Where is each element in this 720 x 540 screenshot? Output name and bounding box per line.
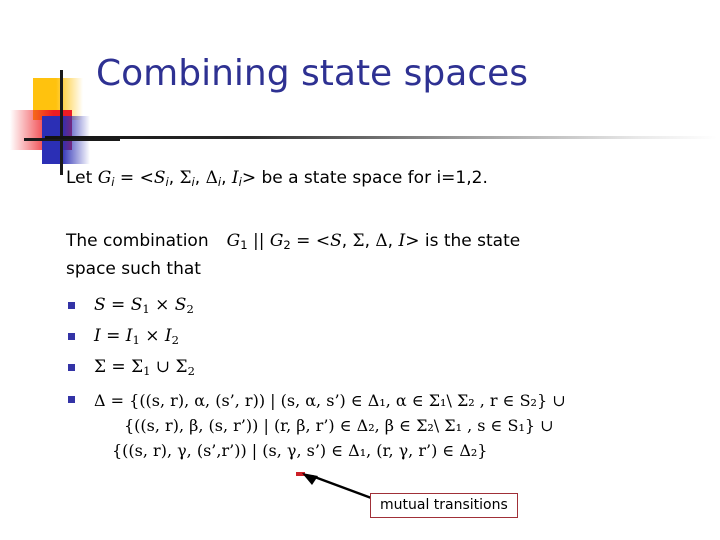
list-item: Σ = Σ1 ∪ Σ2 bbox=[66, 356, 706, 383]
list-item: I = I1 × I2 bbox=[66, 325, 706, 352]
bullet-1-op: × bbox=[139, 326, 165, 347]
slide: Combining state spaces Let Gi = <Si, Σi,… bbox=[0, 0, 720, 540]
intro-tuple-sigma: Σ bbox=[179, 168, 192, 188]
intro-tuple-delta-sub: i bbox=[217, 175, 222, 190]
combination-tuple-sigma: Σ bbox=[352, 231, 365, 251]
yellow-square-icon bbox=[33, 78, 83, 120]
bullet-0-op: × bbox=[149, 295, 175, 315]
intro-g: G bbox=[97, 168, 112, 188]
bullet-0-rhs-b: S bbox=[174, 295, 187, 315]
combination-tuple-s: S bbox=[330, 231, 342, 251]
intro-eq: = < bbox=[114, 168, 154, 188]
red-square-icon bbox=[10, 110, 72, 150]
intro-line: Let Gi = <Si, Σi, Δi, Ii> be a state spa… bbox=[66, 168, 488, 190]
callout-label: mutual transitions bbox=[380, 497, 508, 513]
bullet-square-icon bbox=[68, 395, 75, 403]
intro-suffix: > be a state space for i=1,2. bbox=[241, 168, 488, 188]
bullet-2-rhs-a: Σ bbox=[131, 357, 144, 378]
callout-box: mutual transitions bbox=[370, 493, 518, 518]
bullet-1-rhs-b: I bbox=[164, 326, 172, 347]
bullet-2-rhs-b: Σ bbox=[175, 357, 188, 378]
intro-tuple-s: S bbox=[153, 168, 166, 188]
title-divider bbox=[45, 136, 717, 139]
intro-tuple-s-sub: i bbox=[165, 175, 169, 190]
vertical-line-icon bbox=[60, 70, 63, 175]
combination-tuple-delta: Δ bbox=[375, 231, 388, 251]
combination-lead: The combination bbox=[66, 231, 209, 251]
blue-square-icon bbox=[42, 116, 90, 164]
combination-paragraph: The combination G1 || G2 = <S, Σ, Δ, I> i… bbox=[66, 229, 666, 281]
list-item: Δ = {((s, r), α, (s’, r)) | (s, α, s’) ∈… bbox=[66, 388, 706, 463]
bullet-0-rhs-a: S bbox=[130, 295, 143, 315]
intro-prefix: Let bbox=[66, 168, 98, 188]
bullet-0-rhs-b-sub: 2 bbox=[186, 302, 194, 317]
delta-line2: {((s, r), β, (s, r’)) | (r, β, r’) ∈ Δ₂,… bbox=[124, 415, 554, 435]
list-item: S = S1 × S2 bbox=[66, 294, 706, 321]
intro-tuple-delta: Δ bbox=[205, 168, 218, 188]
delta-head: Δ = {((s, r), α, (s’, r)) | (s, α, s’) ∈… bbox=[94, 390, 566, 410]
bullet-1-rhs-a-sub: 1 bbox=[132, 333, 140, 348]
combination-parallel: || bbox=[247, 231, 270, 251]
bullet-square-icon bbox=[68, 333, 75, 341]
delta-line3: {((s, r), γ, (s’,r’)) | (s, γ, s’) ∈ Δ₁,… bbox=[112, 440, 488, 460]
combination-g2-sub: 2 bbox=[283, 238, 291, 253]
intro-tuple-sigma-sub: i bbox=[191, 175, 195, 190]
bullet-0-rhs-a-sub: 1 bbox=[142, 302, 150, 317]
bullet-2-rhs-b-sub: 2 bbox=[187, 364, 195, 379]
combination-tail: > is the state bbox=[405, 231, 521, 251]
bullet-1-rhs-a: I bbox=[125, 326, 133, 347]
slide-title: Combining state spaces bbox=[96, 53, 529, 94]
leader-arrow-icon bbox=[302, 473, 375, 501]
bullet-square-icon bbox=[68, 364, 75, 372]
combination-eq: = < bbox=[290, 231, 331, 251]
bullet-2-op: ∪ bbox=[150, 357, 176, 378]
combination-g1-sub: 1 bbox=[240, 238, 248, 253]
combination-g1: G bbox=[226, 231, 241, 251]
bullet-list: S = S1 × S2 I = I1 × I2 Σ = Σ1 ∪ Σ2 Δ = … bbox=[66, 294, 706, 463]
intro-tuple-i: I bbox=[231, 168, 239, 188]
bullet-1-rhs-b-sub: 2 bbox=[171, 333, 179, 348]
bullet-1-lhs: I bbox=[94, 326, 101, 347]
bullet-0-lhs: S bbox=[94, 295, 106, 315]
combination-g2: G bbox=[269, 231, 284, 251]
bullet-square-icon bbox=[68, 302, 75, 309]
combination-line2: space such that bbox=[66, 259, 201, 280]
bullet-2-lhs: Σ bbox=[94, 357, 107, 378]
arrow-tip-marker bbox=[296, 472, 305, 476]
